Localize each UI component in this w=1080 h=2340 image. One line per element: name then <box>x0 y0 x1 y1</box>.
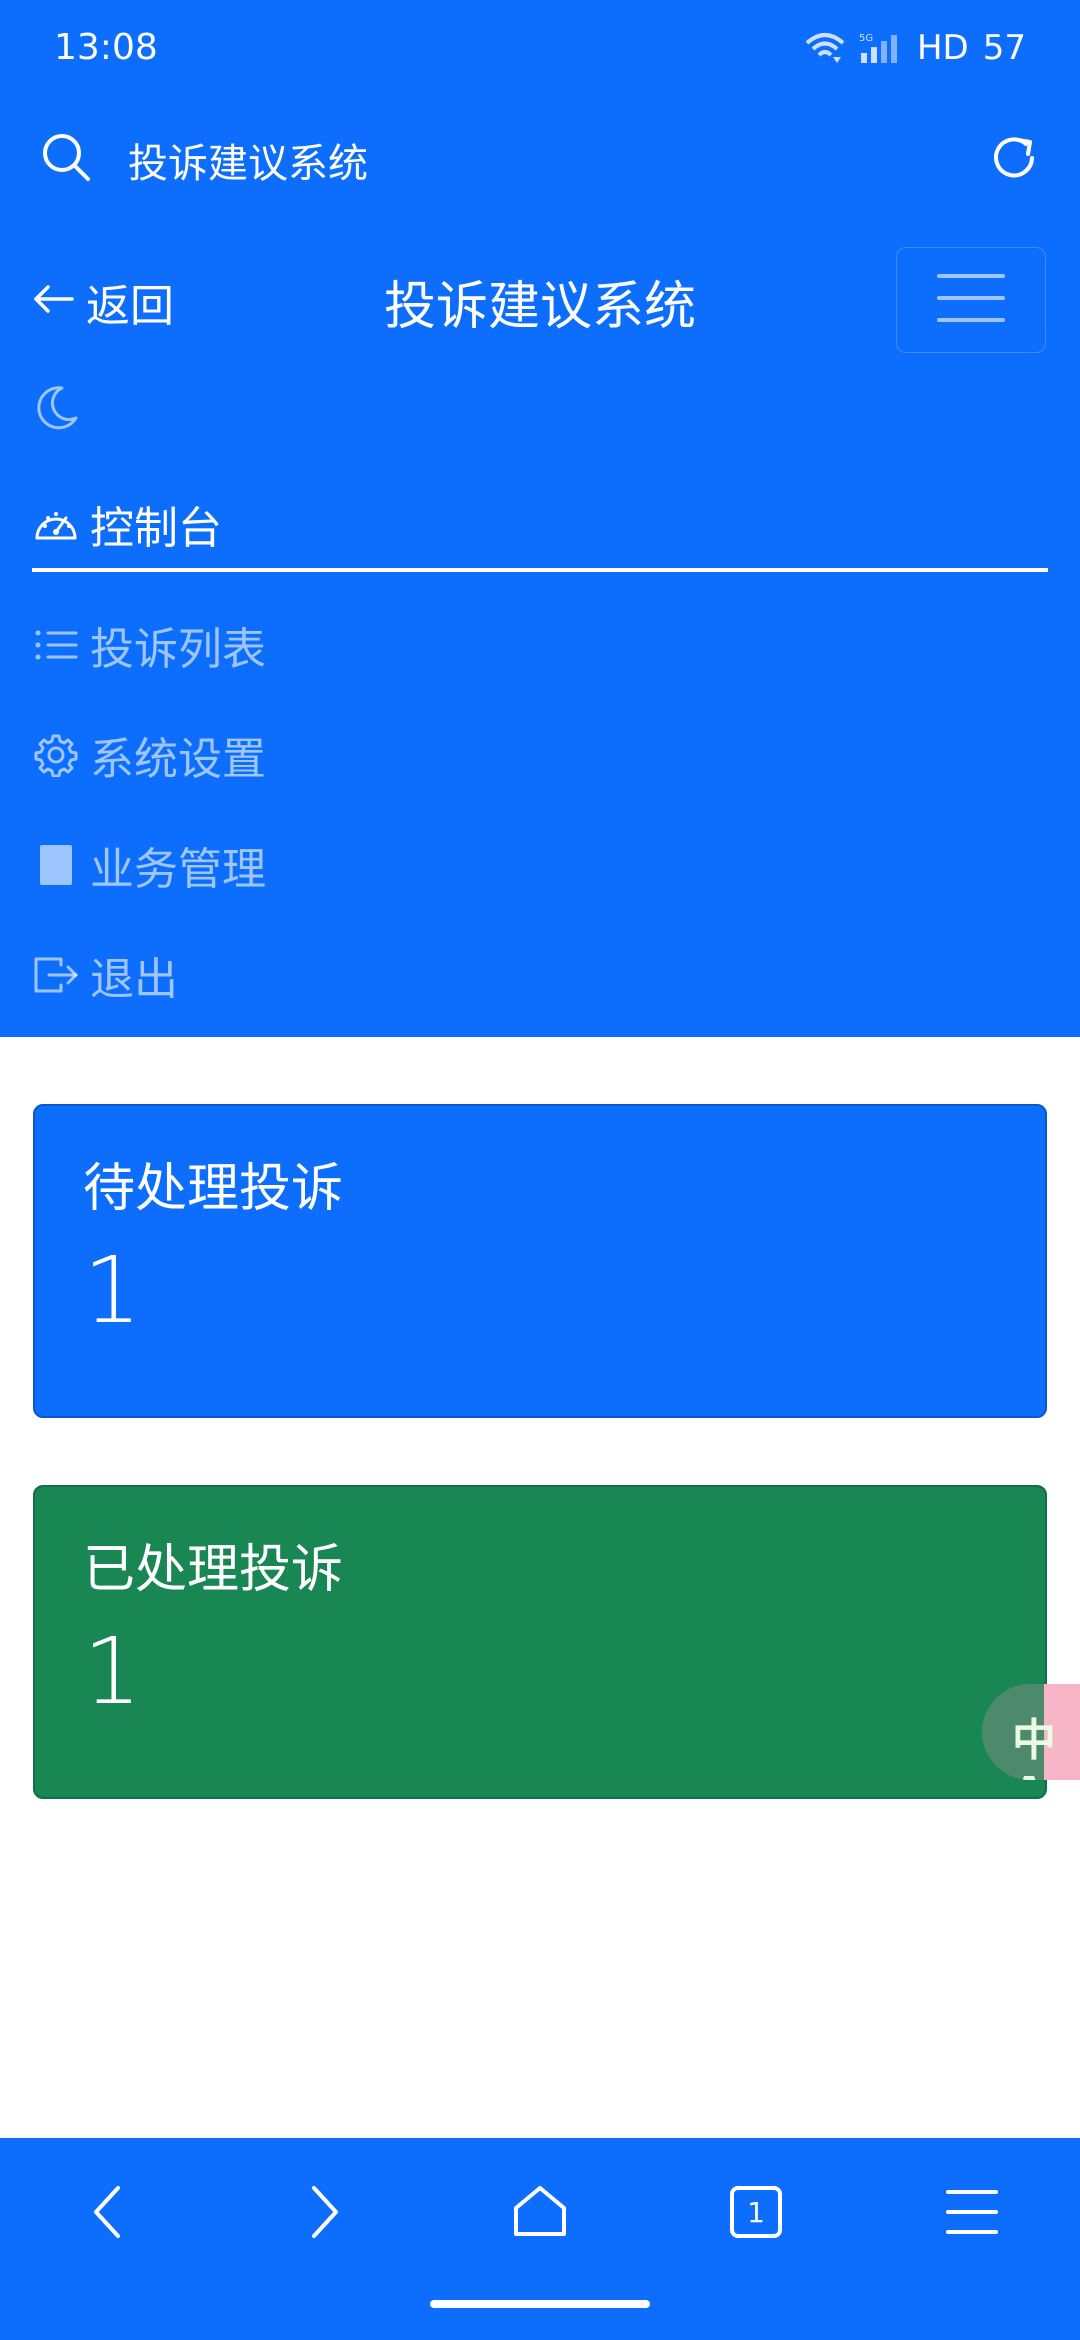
menu-label: 业务管理 <box>90 844 266 895</box>
hamburger-icon <box>937 272 1005 328</box>
menu-item-business[interactable]: 业务管理 <box>32 810 1048 920</box>
battery-level: 57 <box>982 27 1026 68</box>
list-icon <box>32 621 80 669</box>
browser-page-title[interactable]: 投诉建议系统 <box>128 131 988 189</box>
pending-complaints-card: 待处理投诉 1 <box>33 1104 1047 1418</box>
search-icon[interactable] <box>40 131 94 189</box>
menu-toggle-button[interactable] <box>896 247 1046 353</box>
main-menu: 控制台 投诉列表 系统设置 业务管理 退出 <box>32 480 1048 1030</box>
gear-icon <box>32 731 80 779</box>
card-label: 待处理投诉 <box>83 1159 344 1219</box>
status-indicators: 5G HD 57 <box>805 28 1026 68</box>
forward-icon[interactable] <box>292 2180 356 2244</box>
menu-icon[interactable] <box>940 2180 1004 2244</box>
processed-complaints-card: 已处理投诉 1 <box>33 1485 1047 1799</box>
menu-item-logout[interactable]: 退出 <box>32 920 1048 1030</box>
book-icon <box>32 841 80 889</box>
tabs-icon[interactable]: 1 <box>724 2180 788 2244</box>
logout-icon <box>32 951 80 999</box>
status-bar: 13:08 5G HD 57 <box>0 0 1080 95</box>
menu-label: 系统设置 <box>90 734 266 785</box>
back-link[interactable]: 返回 <box>32 270 174 334</box>
signal-5g-icon: 5G <box>859 31 903 65</box>
browser-address-bar[interactable]: 投诉建议系统 <box>0 110 1080 210</box>
card-count: 1 <box>83 1237 142 1344</box>
menu-label: 投诉列表 <box>90 624 266 675</box>
refresh-icon[interactable] <box>988 132 1040 188</box>
navbar: 返回 投诉建议系统 <box>0 240 1080 360</box>
back-label: 返回 <box>86 281 174 332</box>
translate-label: 中A <box>1012 1715 1056 1780</box>
arrow-left-icon <box>32 277 76 328</box>
menu-label: 控制台 <box>90 503 222 554</box>
back-icon[interactable] <box>76 2180 140 2244</box>
card-label: 已处理投诉 <box>83 1540 344 1600</box>
translate-button[interactable]: 中A <box>982 1684 1080 1780</box>
card-count: 1 <box>83 1618 142 1725</box>
network-type: HD <box>916 27 969 68</box>
menu-item-dashboard[interactable]: 控制台 <box>32 480 1048 572</box>
tab-count: 1 <box>747 2196 765 2229</box>
moon-icon[interactable] <box>32 384 80 432</box>
browser-bottom-bar: 1 <box>0 2138 1080 2340</box>
menu-item-complaint-list[interactable]: 投诉列表 <box>32 590 1048 700</box>
wifi-icon <box>805 31 845 65</box>
menu-item-settings[interactable]: 系统设置 <box>32 700 1048 810</box>
home-icon[interactable] <box>508 2180 572 2244</box>
speedometer-icon <box>32 500 80 548</box>
app-header: 13:08 5G HD 57 投诉建议系统 返回 投诉建议系统 控制台 投诉列表… <box>0 0 1080 1037</box>
status-time: 13:08 <box>54 27 158 68</box>
menu-label: 退出 <box>90 954 178 1005</box>
svg-text:5G: 5G <box>859 33 873 44</box>
home-indicator[interactable] <box>430 2300 650 2308</box>
